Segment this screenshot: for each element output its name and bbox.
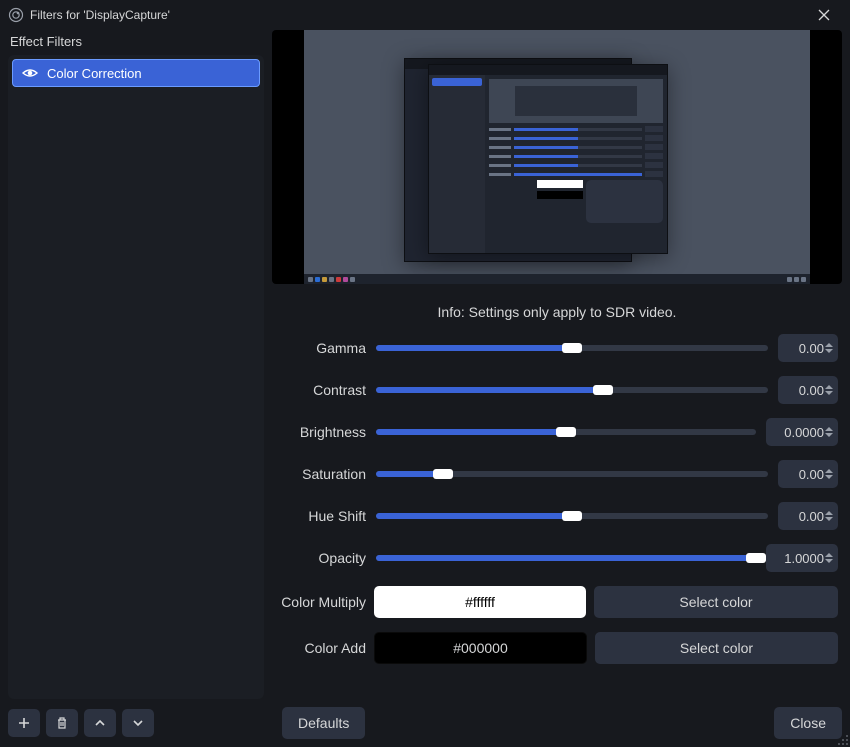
opacity-spinbox[interactable]: 1.0000 (766, 544, 838, 572)
hue-shift-value: 0.00 (799, 509, 824, 524)
opacity-label: Opacity (276, 550, 366, 566)
brightness-value: 0.0000 (784, 425, 824, 440)
info-text: Info: Settings only apply to SDR video. (272, 284, 842, 334)
window-close-button[interactable] (804, 1, 844, 29)
effect-filters-header: Effect Filters (8, 30, 264, 55)
close-icon (818, 9, 830, 21)
plus-icon (17, 716, 31, 730)
defaults-button[interactable]: Defaults (282, 707, 365, 739)
color-multiply-hex: #ffffff (465, 594, 495, 610)
color-add-hex: #000000 (453, 640, 508, 656)
color-add-select-button[interactable]: Select color (595, 632, 838, 664)
resize-grip[interactable] (836, 733, 848, 745)
move-down-button[interactable] (122, 709, 154, 737)
gamma-value: 0.00 (799, 341, 824, 356)
preview-fg-window (428, 64, 668, 254)
opacity-slider[interactable] (376, 555, 756, 561)
trash-icon (55, 716, 69, 730)
contrast-label: Contrast (276, 382, 366, 398)
titlebar: Filters for 'DisplayCapture' (0, 0, 850, 30)
contrast-slider[interactable] (376, 387, 768, 393)
color-add-label: Color Add (276, 640, 366, 656)
saturation-label: Saturation (276, 466, 366, 482)
hue-shift-label: Hue Shift (276, 508, 366, 524)
chevron-down-icon (131, 716, 145, 730)
opacity-value: 1.0000 (784, 551, 824, 566)
saturation-value: 0.00 (799, 467, 824, 482)
color-multiply-swatch[interactable]: #ffffff (374, 586, 586, 618)
hue-shift-spinbox[interactable]: 0.00 (778, 502, 838, 530)
visibility-toggle-icon[interactable] (21, 64, 39, 82)
gamma-slider[interactable] (376, 345, 768, 351)
hue-shift-slider[interactable] (376, 513, 768, 519)
filter-preview (272, 30, 842, 284)
filter-item-color-correction[interactable]: Color Correction (12, 59, 260, 87)
filter-list[interactable]: Color Correction (8, 55, 264, 699)
move-up-button[interactable] (84, 709, 116, 737)
add-filter-button[interactable] (8, 709, 40, 737)
filter-item-label: Color Correction (47, 66, 142, 81)
color-multiply-select-button[interactable]: Select color (594, 586, 838, 618)
gamma-spinbox[interactable]: 0.00 (778, 334, 838, 362)
gamma-label: Gamma (276, 340, 366, 356)
brightness-slider[interactable] (376, 429, 756, 435)
close-button[interactable]: Close (774, 707, 842, 739)
saturation-slider[interactable] (376, 471, 768, 477)
color-multiply-label: Color Multiply (276, 594, 366, 610)
brightness-spinbox[interactable]: 0.0000 (766, 418, 838, 446)
chevron-up-icon (93, 716, 107, 730)
brightness-label: Brightness (276, 424, 366, 440)
delete-filter-button[interactable] (46, 709, 78, 737)
obs-logo-icon (8, 7, 24, 23)
window-title: Filters for 'DisplayCapture' (30, 8, 804, 22)
saturation-spinbox[interactable]: 0.00 (778, 460, 838, 488)
contrast-spinbox[interactable]: 0.00 (778, 376, 838, 404)
contrast-value: 0.00 (799, 383, 824, 398)
color-add-swatch[interactable]: #000000 (374, 632, 587, 664)
